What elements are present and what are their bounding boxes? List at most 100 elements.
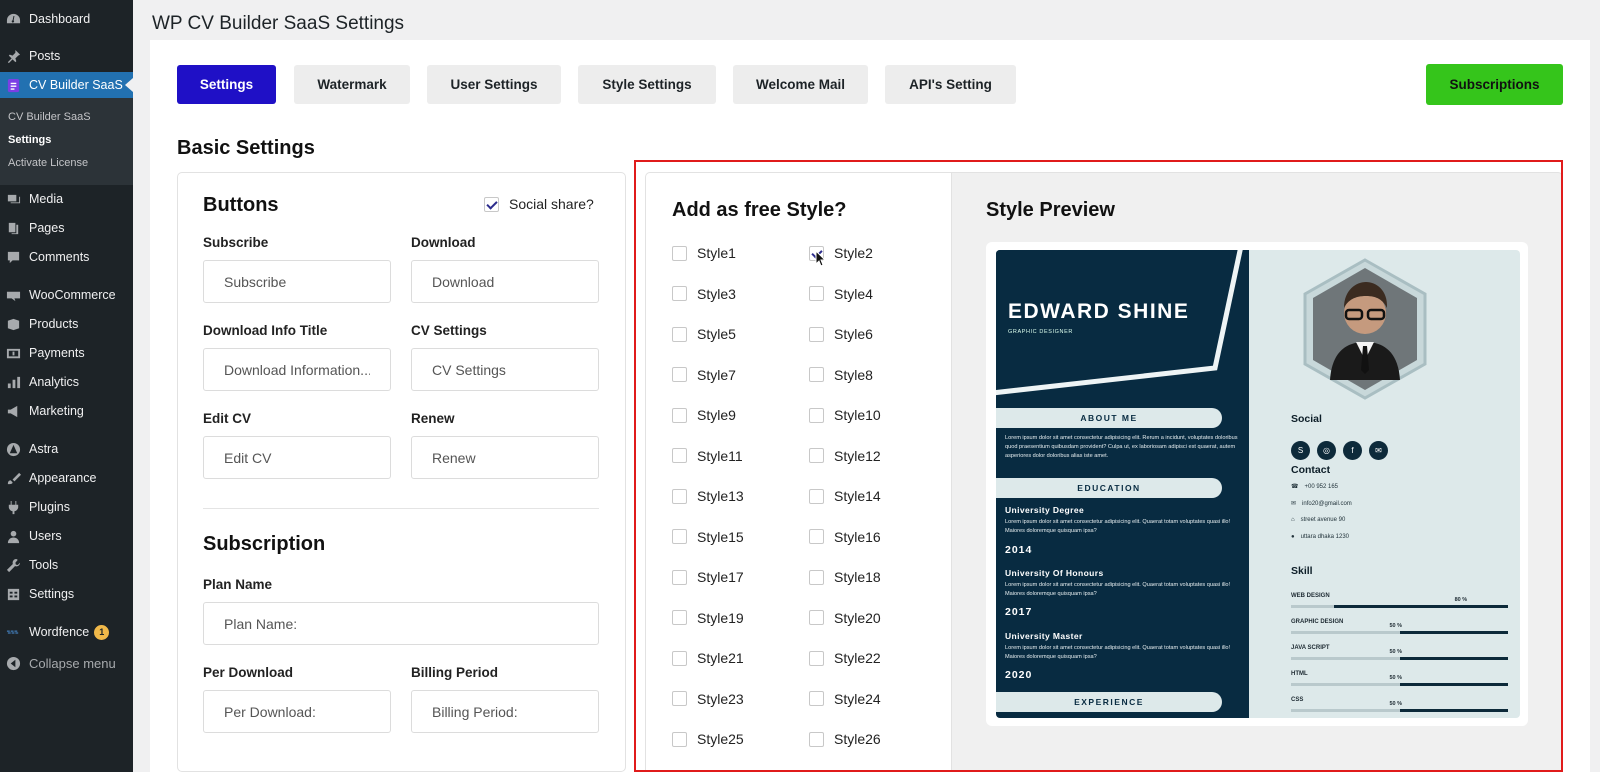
style-option-style13[interactable]: Style13 <box>672 488 744 504</box>
checkbox[interactable] <box>672 286 687 301</box>
style-option-style23[interactable]: Style23 <box>672 691 744 707</box>
checkbox[interactable] <box>809 367 824 382</box>
checkbox[interactable] <box>672 610 687 625</box>
style-option-style17[interactable]: Style17 <box>672 569 744 585</box>
checkbox[interactable] <box>672 529 687 544</box>
checkbox[interactable] <box>672 731 687 747</box>
style-option-style24[interactable]: Style24 <box>809 691 881 707</box>
cv-name: EDWARD SHINE <box>1008 300 1190 323</box>
subscriptions-button[interactable]: Subscriptions <box>1426 64 1563 105</box>
wordfence-icon <box>5 624 21 640</box>
style-option-style5[interactable]: Style5 <box>672 326 736 342</box>
download-input[interactable] <box>411 260 599 303</box>
tab-welcome-mail[interactable]: Welcome Mail <box>733 65 868 104</box>
plug-icon <box>5 499 21 515</box>
sidebar-item-media[interactable]: Media <box>0 186 133 212</box>
checkbox[interactable] <box>672 488 687 504</box>
checkbox[interactable] <box>809 569 824 585</box>
checkbox[interactable] <box>672 367 687 382</box>
sidebar-item-users[interactable]: Users <box>0 523 133 549</box>
submenu-item-settings[interactable]: Settings <box>8 134 51 146</box>
sidebar-item-astra[interactable]: Astra <box>0 436 133 462</box>
cv-about-text: Lorem ipsum dolor sit amet consectetur a… <box>1005 435 1238 459</box>
sidebar-item-wordfence[interactable]: Wordfence 1 <box>0 619 133 645</box>
download-info-title-input[interactable] <box>203 348 391 391</box>
style-option-style10[interactable]: Style10 <box>809 407 881 423</box>
sidebar-item-pages[interactable]: Pages <box>0 215 133 241</box>
style-option-style15[interactable]: Style15 <box>672 529 744 545</box>
cv-contact-item: ⌂ street avenue 90 <box>1291 517 1345 523</box>
checkbox[interactable] <box>672 326 687 342</box>
style-option-style8[interactable]: Style8 <box>809 367 873 383</box>
sidebar-item-marketing[interactable]: Marketing <box>0 398 133 424</box>
sidebar-item-tools[interactable]: Tools <box>0 552 133 578</box>
per-download-input[interactable] <box>203 690 391 733</box>
sidebar-item-cv-builder-saas[interactable]: CV Builder SaaS <box>0 72 133 98</box>
sidebar-item-posts[interactable]: Posts <box>0 43 133 69</box>
checkbox-checked[interactable] <box>484 196 499 212</box>
style-option-style18[interactable]: Style18 <box>809 569 881 585</box>
subscribe-input[interactable] <box>203 260 391 303</box>
cv-settings-input[interactable] <box>411 348 599 391</box>
checkbox[interactable] <box>672 407 687 423</box>
checkbox[interactable] <box>809 326 824 342</box>
checkbox[interactable] <box>809 488 824 504</box>
skype-icon: S <box>1291 441 1310 460</box>
sidebar-item-dashboard[interactable]: Dashboard <box>0 6 133 32</box>
tab-settings[interactable]: Settings <box>177 65 276 104</box>
sidebar-item-appearance[interactable]: Appearance <box>0 465 133 491</box>
sidebar-item-comments[interactable]: Comments <box>0 244 133 270</box>
submenu-item-cv-builder-saas[interactable]: CV Builder SaaS <box>8 111 91 123</box>
checkbox[interactable] <box>809 407 824 423</box>
subscription-title: Subscription <box>203 533 326 555</box>
style-option-style14[interactable]: Style14 <box>809 488 881 504</box>
checkbox[interactable] <box>809 448 824 463</box>
sidebar-item-settings[interactable]: Settings <box>0 581 133 607</box>
sidebar-item-woocommerce[interactable]: WooCommerce <box>0 282 133 308</box>
style-option-style7[interactable]: Style7 <box>672 367 736 383</box>
collapse-menu-button[interactable]: Collapse menu <box>0 650 133 676</box>
sidebar-item-analytics[interactable]: Analytics <box>0 369 133 395</box>
style-option-style26[interactable]: Style26 <box>809 731 881 747</box>
style-option-style11[interactable]: Style11 <box>672 448 743 464</box>
edit-cv-input[interactable] <box>203 436 391 479</box>
style-option-style25[interactable]: Style25 <box>672 731 744 747</box>
style-option-label: Style1 <box>697 245 736 261</box>
checkbox[interactable] <box>672 650 687 666</box>
tab-style-settings[interactable]: Style Settings <box>578 65 716 104</box>
checkbox[interactable] <box>672 691 687 706</box>
billing-period-input[interactable] <box>411 690 599 733</box>
tab-user-settings[interactable]: User Settings <box>427 65 561 104</box>
checkbox[interactable] <box>672 245 687 261</box>
style-option-style22[interactable]: Style22 <box>809 650 881 666</box>
renew-input[interactable] <box>411 436 599 479</box>
tab-watermark[interactable]: Watermark <box>294 65 410 104</box>
style-option-style12[interactable]: Style12 <box>809 448 881 464</box>
style-option-style4[interactable]: Style4 <box>809 286 873 302</box>
sidebar-item-label: Wordfence <box>29 625 90 639</box>
checkbox[interactable] <box>809 610 824 625</box>
style-option-style21[interactable]: Style21 <box>672 650 744 666</box>
style-option-style3[interactable]: Style3 <box>672 286 736 302</box>
plan-name-input[interactable] <box>203 602 599 645</box>
checkbox[interactable] <box>809 691 824 706</box>
checkbox[interactable] <box>809 731 824 747</box>
tab-api-setting[interactable]: API's Setting <box>885 65 1016 104</box>
style-option-style16[interactable]: Style16 <box>809 529 881 545</box>
cv-skill-name: HTML <box>1291 671 1308 677</box>
style-option-style19[interactable]: Style19 <box>672 610 744 626</box>
sidebar-item-payments[interactable]: Payments <box>0 340 133 366</box>
submenu-item-activate-license[interactable]: Activate License <box>8 157 88 169</box>
style-option-style6[interactable]: Style6 <box>809 326 873 342</box>
style-option-style1[interactable]: Style1 <box>672 245 736 261</box>
sidebar-item-plugins[interactable]: Plugins <box>0 494 133 520</box>
checkbox[interactable] <box>672 569 687 585</box>
checkbox[interactable] <box>809 286 824 301</box>
style-option-style20[interactable]: Style20 <box>809 610 881 626</box>
style-option-style9[interactable]: Style9 <box>672 407 736 423</box>
sidebar-item-products[interactable]: Products <box>0 311 133 337</box>
checkbox[interactable] <box>672 448 687 463</box>
social-share-checkbox[interactable]: Social share? <box>484 196 594 212</box>
checkbox[interactable] <box>809 529 824 544</box>
checkbox[interactable] <box>809 650 824 666</box>
